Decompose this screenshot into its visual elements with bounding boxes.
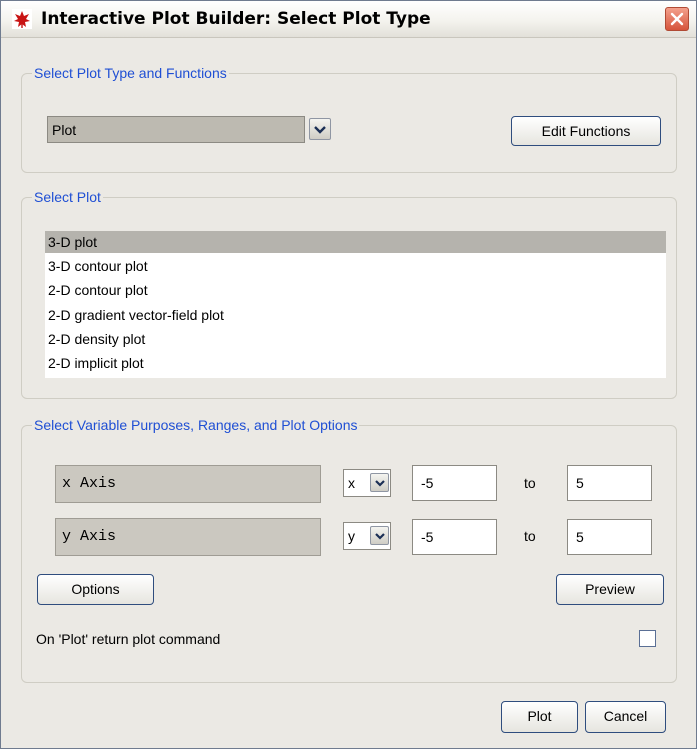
select-plot-group-legend: Select Plot <box>32 189 103 205</box>
options-button[interactable]: Options <box>37 574 154 605</box>
plot-list-item-2d-implicit-plot[interactable]: 2-D implicit plot <box>45 352 666 374</box>
dialog-window: Interactive Plot Builder: Select Plot Ty… <box>0 0 697 749</box>
y-axis-label: y Axis <box>55 518 321 556</box>
chevron-down-icon <box>314 126 326 134</box>
edit-functions-button[interactable]: Edit Functions <box>511 116 661 146</box>
x-range-to-input[interactable]: 5 <box>567 465 652 501</box>
return-plot-command-label: On 'Plot' return plot command <box>36 631 221 647</box>
close-icon <box>670 12 684 26</box>
variables-group-legend: Select Variable Purposes, Ranges, and Pl… <box>32 417 360 433</box>
plot-list-item-2d-gradient-vector-field-plot[interactable]: 2-D gradient vector-field plot <box>45 304 666 326</box>
plot-list-item-2d-contour-plot[interactable]: 2-D contour plot <box>45 279 666 301</box>
x-variable-dropdown-button[interactable] <box>370 473 389 492</box>
plot-button[interactable]: Plot <box>501 701 578 733</box>
y-variable-value: y <box>348 528 355 544</box>
y-range-to-input[interactable]: 5 <box>567 519 652 555</box>
plot-list-item-3d-contour-plot[interactable]: 3-D contour plot <box>45 255 666 277</box>
x-variable-select[interactable]: x <box>343 469 391 497</box>
chevron-down-icon <box>375 533 385 540</box>
preview-button[interactable]: Preview <box>556 574 664 605</box>
return-plot-command-checkbox[interactable] <box>639 630 656 647</box>
plot-list[interactable]: 3-D plot 3-D contour plot 2-D contour pl… <box>45 231 666 378</box>
plot-list-item-2d-density-plot[interactable]: 2-D density plot <box>45 328 666 350</box>
y-range-to-label: to <box>524 528 536 544</box>
x-axis-label: x Axis <box>55 465 321 503</box>
title-bar[interactable]: Interactive Plot Builder: Select Plot Ty… <box>1 1 696 38</box>
window-title: Interactive Plot Builder: Select Plot Ty… <box>41 9 431 29</box>
close-button[interactable] <box>665 7 689 31</box>
plot-type-select[interactable]: Plot <box>47 116 305 143</box>
y-variable-select[interactable]: y <box>343 522 391 550</box>
plot-type-select-value: Plot <box>52 122 77 138</box>
x-variable-value: x <box>348 475 355 491</box>
cancel-button[interactable]: Cancel <box>585 701 666 733</box>
y-variable-dropdown-button[interactable] <box>370 526 389 545</box>
chevron-down-icon <box>375 480 385 487</box>
plot-list-item-3d-plot[interactable]: 3-D plot <box>45 231 666 253</box>
plot-type-dropdown-button[interactable] <box>309 118 331 140</box>
y-range-from-input[interactable]: -5 <box>412 519 497 555</box>
x-range-from-input[interactable]: -5 <box>412 465 497 501</box>
maple-leaf-icon <box>12 9 32 29</box>
x-range-to-label: to <box>524 475 536 491</box>
plot-type-group-legend: Select Plot Type and Functions <box>32 65 229 81</box>
